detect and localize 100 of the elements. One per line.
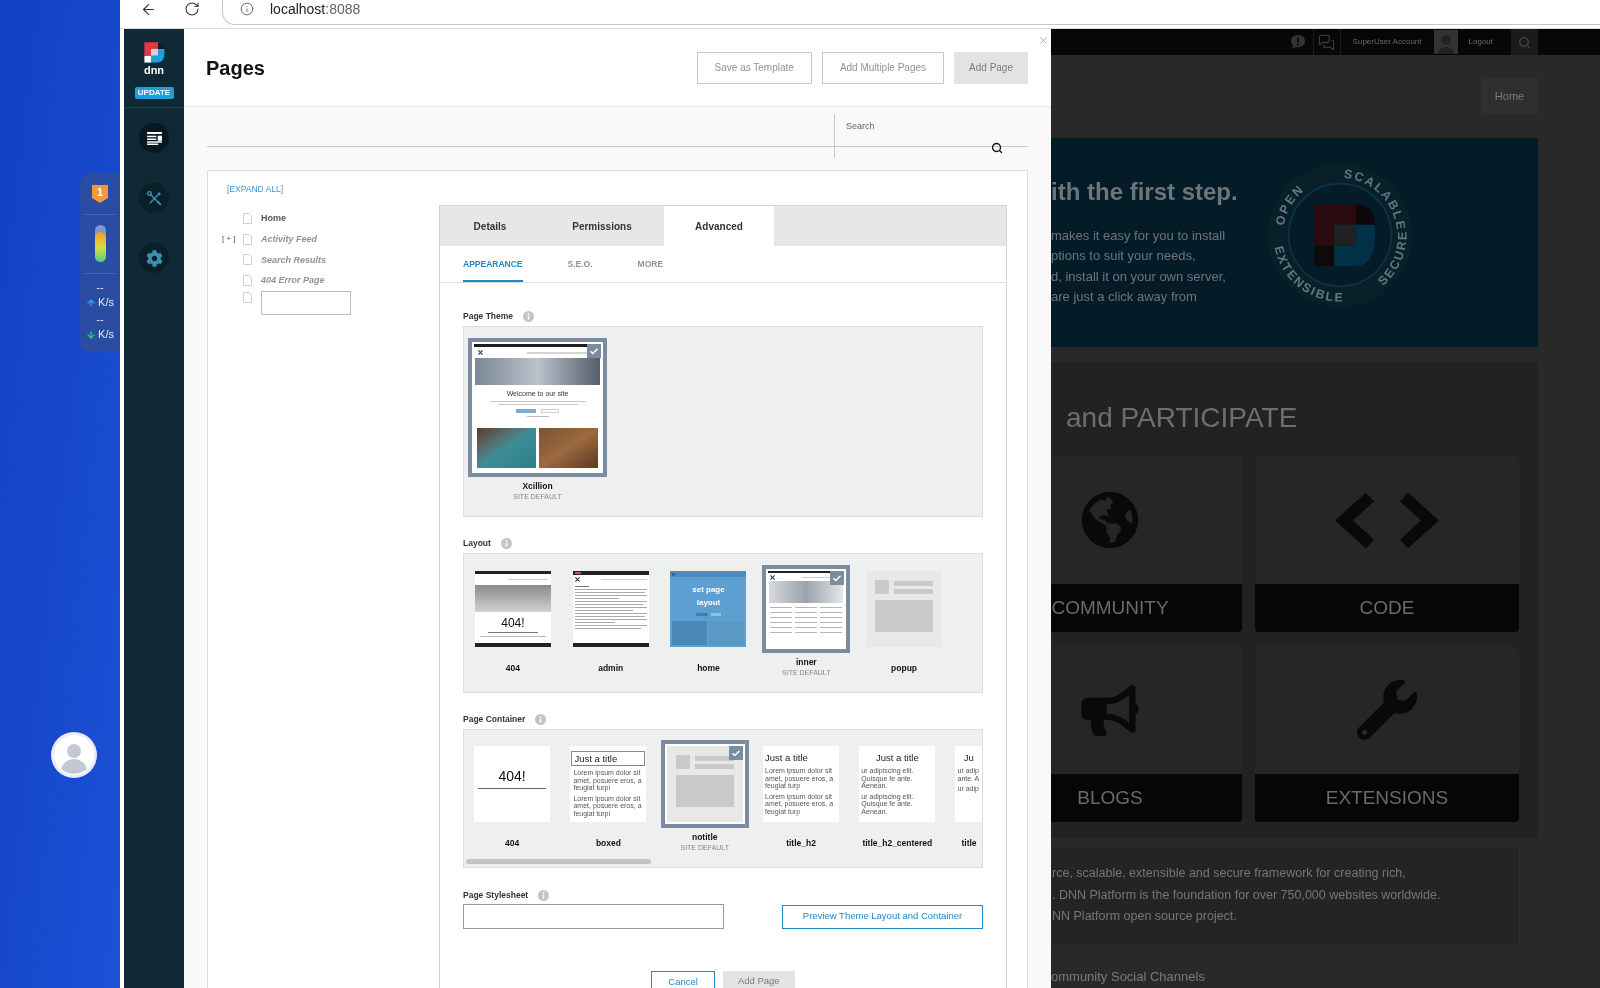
page-icon <box>243 212 252 224</box>
footer-button[interactable]: Cancel <box>651 971 715 988</box>
wireframe-bar <box>894 589 934 594</box>
stylesheet-input[interactable] <box>463 904 724 929</box>
download-speed-unit: K/s <box>98 328 114 341</box>
preview-button[interactable]: Preview Theme Layout and Container <box>782 904 983 929</box>
update-badge[interactable]: UPDATE <box>134 87 174 99</box>
about-paragraph: rce, scalable, extensible and secure framework for creating rich, . DNN Platform is the foundation for over 750,000 websites worldwide. NN Platform open source project. <box>1051 846 1520 946</box>
horizontal-scrollbar[interactable] <box>466 859 651 864</box>
page-icon <box>243 233 252 245</box>
logo-icon[interactable] <box>143 42 165 63</box>
expand-all-link[interactable]: [EXPAND ALL] <box>227 183 284 195</box>
wireframe-square <box>675 755 690 769</box>
layout-preview-drawing[interactable] <box>572 571 649 647</box>
container-preview-drawing[interactable]: 404! <box>474 746 551 822</box>
address-text[interactable]: localhost:8088 <box>270 1 361 18</box>
subtab[interactable]: S.E.O. <box>567 246 593 282</box>
page-icon <box>243 291 252 303</box>
subtab[interactable]: MORE <box>637 246 664 282</box>
layout-name-label: popup <box>891 662 918 674</box>
megaphone-icon <box>1078 684 1142 736</box>
header-action-button[interactable]: Save as Template <box>696 51 812 84</box>
thumbnail-heading: 404! <box>501 617 525 629</box>
feature-card[interactable]: EXTENSIONS <box>1255 646 1519 822</box>
tab[interactable]: Permissions <box>540 206 664 246</box>
gear-icon <box>145 249 163 267</box>
wireframe-bar <box>694 756 734 761</box>
layout-name-label: 404 <box>505 662 520 674</box>
container-name-label: title_h2_centered <box>862 837 933 849</box>
back-icon[interactable] <box>140 1 157 18</box>
wireframe-square <box>875 580 890 594</box>
logout-link[interactable]: Logout <box>1468 37 1493 47</box>
check-icon <box>830 571 845 585</box>
account-link[interactable]: SuperUser Account <box>1352 37 1422 47</box>
chat-icon[interactable] <box>1317 33 1335 51</box>
layout-name-label: admin <box>598 662 624 674</box>
reload-icon[interactable] <box>184 1 200 17</box>
footer-button[interactable]: Add Page <box>722 971 795 988</box>
layout-preview-drawing[interactable]: set page layout <box>670 571 747 647</box>
nav-menu-link[interactable]: Home <box>1481 77 1538 115</box>
container-name-label: 404 <box>505 837 520 849</box>
search-button[interactable] <box>1511 29 1538 55</box>
panel-title: Pages <box>206 55 265 80</box>
layout-name-label: home <box>697 662 720 674</box>
upload-speed-value: -- <box>96 281 104 294</box>
feature-card[interactable]: CODE <box>1255 456 1519 632</box>
wireframe-block <box>875 600 934 632</box>
section-label: Layout <box>463 537 491 549</box>
feature-card[interactable]: BLOGS <box>1051 646 1242 822</box>
thumbnail-heading: 404! <box>498 769 526 783</box>
search-icon[interactable] <box>991 142 1003 154</box>
address-bar[interactable]: localhost:8088 <box>222 0 1600 25</box>
alert-bubble-icon[interactable] <box>1289 34 1306 50</box>
container-name-label: notitle <box>692 831 718 843</box>
page-tree-item[interactable]: Home <box>261 212 286 225</box>
container-preview-drawing[interactable] <box>660 740 749 828</box>
persona-menu-button[interactable] <box>139 123 169 153</box>
thumbnail-heading: Ju <box>963 752 974 764</box>
photo-placeholder <box>709 621 745 645</box>
count-badge: 1 <box>92 185 108 203</box>
search-input[interactable]: Search <box>835 114 1028 147</box>
thumbnail-heading: Just a title <box>571 751 646 766</box>
photo-placeholder <box>672 621 708 645</box>
page-icon <box>243 254 252 266</box>
upload-speed-unit: K/s <box>98 296 114 309</box>
tab[interactable]: Details <box>440 206 540 246</box>
user-avatar-icon[interactable] <box>51 732 97 778</box>
page-name-input[interactable] <box>261 290 351 315</box>
tab[interactable]: Advanced <box>664 206 774 246</box>
info-icon[interactable] <box>500 537 512 549</box>
document-lines-icon <box>146 131 162 145</box>
info-icon[interactable] <box>523 310 535 322</box>
download-speed-value: -- <box>96 313 104 326</box>
feature-card-label: COMMUNITY <box>1051 597 1169 619</box>
site-info-icon[interactable] <box>240 2 254 16</box>
info-icon[interactable] <box>538 889 550 901</box>
layout-name-label: inner <box>795 656 817 668</box>
feature-card[interactable]: COMMUNITY <box>1051 456 1242 632</box>
container-name-label: title <box>961 837 977 849</box>
photo-placeholder <box>477 428 536 468</box>
section-heading: and PARTICIPATE <box>1066 401 1298 435</box>
check-icon <box>587 344 601 358</box>
layout-preview-drawing[interactable]: 404! <box>474 571 551 647</box>
close-icon[interactable] <box>1038 35 1049 46</box>
x-mark-icon <box>478 350 483 355</box>
banner-heading: ith the first step. <box>1051 178 1238 206</box>
social-heading: ommunity Social Channels <box>1051 970 1205 984</box>
subtab[interactable]: APPEARANCE <box>463 246 523 282</box>
feature-card-label: EXTENSIONS <box>1325 787 1449 809</box>
code-brackets-icon <box>1334 492 1440 548</box>
header-action-button[interactable]: Add Multiple Pages <box>821 51 945 84</box>
header-action-button[interactable]: Add Page <box>954 51 1028 84</box>
banner-paragraph: makes it easy for you to install ptions to suit your needs, d, install it on your own server, are just a click away from <box>1051 227 1226 306</box>
wireframe-bar <box>894 581 934 586</box>
section-label: Page Theme <box>463 310 514 322</box>
feature-card-label: CODE <box>1359 597 1415 619</box>
info-icon[interactable] <box>535 713 547 725</box>
section-label: Page Stylesheet <box>463 889 529 901</box>
upload-arrow-icon <box>86 297 97 308</box>
thumbnail-heading: Just a title <box>764 752 808 764</box>
